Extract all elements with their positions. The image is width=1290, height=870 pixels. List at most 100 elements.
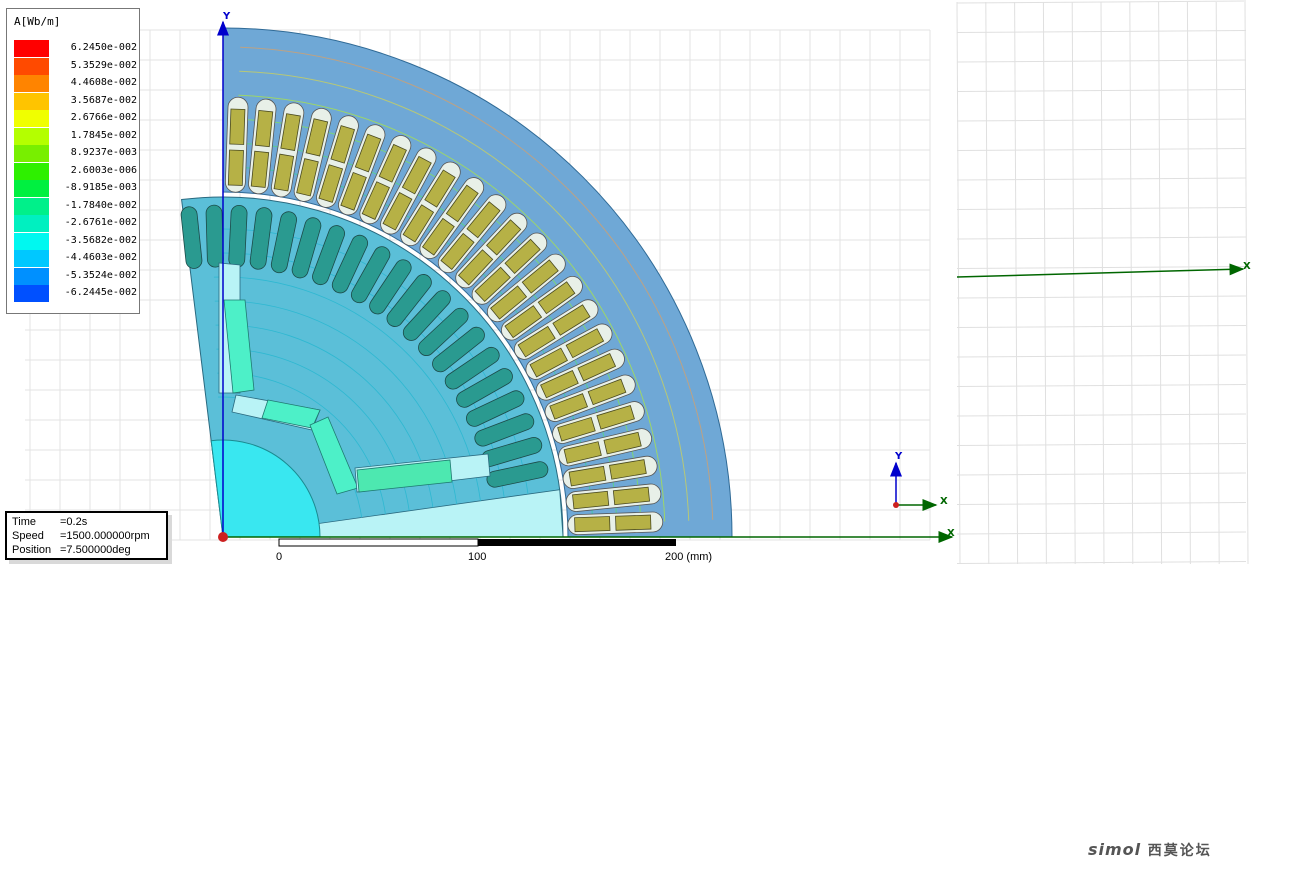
coil-lower (250, 150, 270, 188)
scale-label-100: 100 (468, 551, 487, 563)
info-position-key: Position (12, 544, 52, 556)
legend-entry: -6.2445e-002 (14, 285, 139, 302)
legend-entry: 4.4608e-002 (14, 75, 139, 92)
legend-swatch (14, 92, 49, 110)
grid-line (956, 295, 1247, 299)
coil-upper (254, 110, 274, 148)
legend-entry: 6.2450e-002 (14, 40, 139, 57)
legend-value: 2.6003e-006 (70, 164, 137, 176)
simulation-info-box: Time =0.2s Speed =1500.000000rpm Position =… (5, 511, 168, 560)
grid-line (1215, 1, 1220, 565)
info-speed-value: =1500.000000rpm (60, 530, 150, 542)
legend-swatch (14, 232, 49, 250)
legend-entry: 2.6766e-002 (14, 110, 139, 127)
grid-line (1014, 1, 1019, 565)
coil-upper (615, 514, 652, 531)
grid-line (1186, 1, 1191, 565)
origin-marker (218, 532, 228, 542)
legend-entry: -4.4603e-002 (14, 250, 139, 267)
info-position-value: =7.500000deg (60, 544, 131, 556)
grid-line (1100, 1, 1105, 565)
grid-line (956, 266, 1247, 269)
legend-swatch (14, 145, 49, 162)
grid-line (1129, 1, 1134, 565)
grid-line (956, 472, 1247, 476)
info-time-value: =0.2s (60, 516, 88, 528)
legend-swatch (14, 127, 49, 145)
grid-line (956, 561, 1247, 564)
scale-label-0: 0 (276, 551, 283, 563)
legend-swatch (14, 162, 49, 180)
grid-line (985, 1, 990, 565)
triad-y-label: Y (895, 451, 903, 462)
legend-value: -1.7840e-002 (64, 199, 137, 211)
grid-line (1042, 1, 1047, 565)
field-plot-canvas[interactable] (0, 0, 1290, 870)
grid-line (956, 413, 1247, 417)
motor-cross-section[interactable] (180, 27, 733, 538)
field-legend: A[Wb/m] 6.2450e-002 5.3529e-002 4.4608e-00… (6, 8, 140, 314)
info-speed: Speed =1500.000000rpm (12, 530, 150, 542)
legend-value: -3.5682e-002 (64, 234, 137, 246)
right-x-axis-label: X (1243, 261, 1251, 272)
legend-entry: 8.9237e-003 (14, 145, 139, 162)
legend-value: 1.7845e-002 (70, 129, 137, 141)
coil-upper (612, 486, 650, 506)
legend-swatch (14, 180, 49, 197)
grid-line (956, 207, 1247, 210)
right-viewport-grid (956, 0, 1249, 565)
grid-line (956, 502, 1247, 505)
coil-lower (574, 516, 611, 533)
legend-value: 5.3529e-002 (70, 59, 137, 71)
stator-slot (224, 96, 249, 193)
info-time: Time =0.2s (12, 516, 87, 528)
main-x-axis-label: X (947, 528, 955, 539)
legend-swatch (14, 75, 49, 92)
rotor-bar-shape (228, 204, 248, 268)
legend-entry: 5.3529e-002 (14, 57, 139, 75)
legend-entry: -1.7840e-002 (14, 197, 139, 215)
rotor-bar-shape (205, 204, 224, 268)
scale-segment-white (278, 538, 479, 547)
scale-label-200: 200 (mm) (665, 551, 713, 563)
watermark: simol 西莫论坛 (1088, 840, 1212, 860)
rotor-bar (228, 204, 248, 268)
grid-line (956, 384, 1247, 387)
coil-lower (227, 149, 244, 186)
legend-entry: 2.6003e-006 (14, 162, 139, 180)
grid-line (1244, 1, 1249, 565)
grid-line (1158, 1, 1163, 565)
legend-value: -2.6761e-002 (64, 217, 137, 228)
grid-line (956, 1, 961, 565)
triad-origin (893, 502, 899, 508)
rotor-bar (205, 204, 224, 268)
legend-swatch (14, 215, 49, 232)
coil-upper (229, 108, 246, 145)
legend-value: 8.9237e-003 (70, 147, 137, 158)
grid-line (956, 236, 1247, 240)
legend-entry: 1.7845e-002 (14, 127, 139, 145)
legend-value: 2.6766e-002 (70, 112, 137, 123)
legend-title: A[Wb/m] (14, 15, 61, 28)
grid-line (1071, 1, 1076, 565)
legend-value: 6.2450e-002 (70, 42, 137, 53)
legend-value: 4.4608e-002 (70, 77, 137, 88)
legend-swatch (14, 40, 49, 57)
legend-value: -6.2445e-002 (64, 287, 137, 298)
legend-swatch (14, 250, 49, 267)
legend-entry: -5.3524e-002 (14, 267, 139, 285)
legend-value: -4.4603e-002 (64, 252, 137, 263)
coil-lower (572, 490, 610, 510)
legend-swatch (14, 267, 49, 285)
legend-value: 3.5687e-002 (70, 94, 137, 106)
legend-entry: -2.6761e-002 (14, 215, 139, 232)
watermark-chinese: 西莫论坛 (1147, 843, 1212, 859)
watermark-brand: simol (1088, 840, 1142, 859)
grid-line (956, 443, 1247, 446)
info-speed-key: Speed (12, 530, 44, 542)
scale-bar (278, 538, 676, 547)
triad-x-label: X (940, 496, 948, 507)
legend-swatch (14, 285, 49, 302)
right-x-axis-line (956, 263, 1245, 278)
info-position: Position =7.500000deg (12, 544, 131, 556)
